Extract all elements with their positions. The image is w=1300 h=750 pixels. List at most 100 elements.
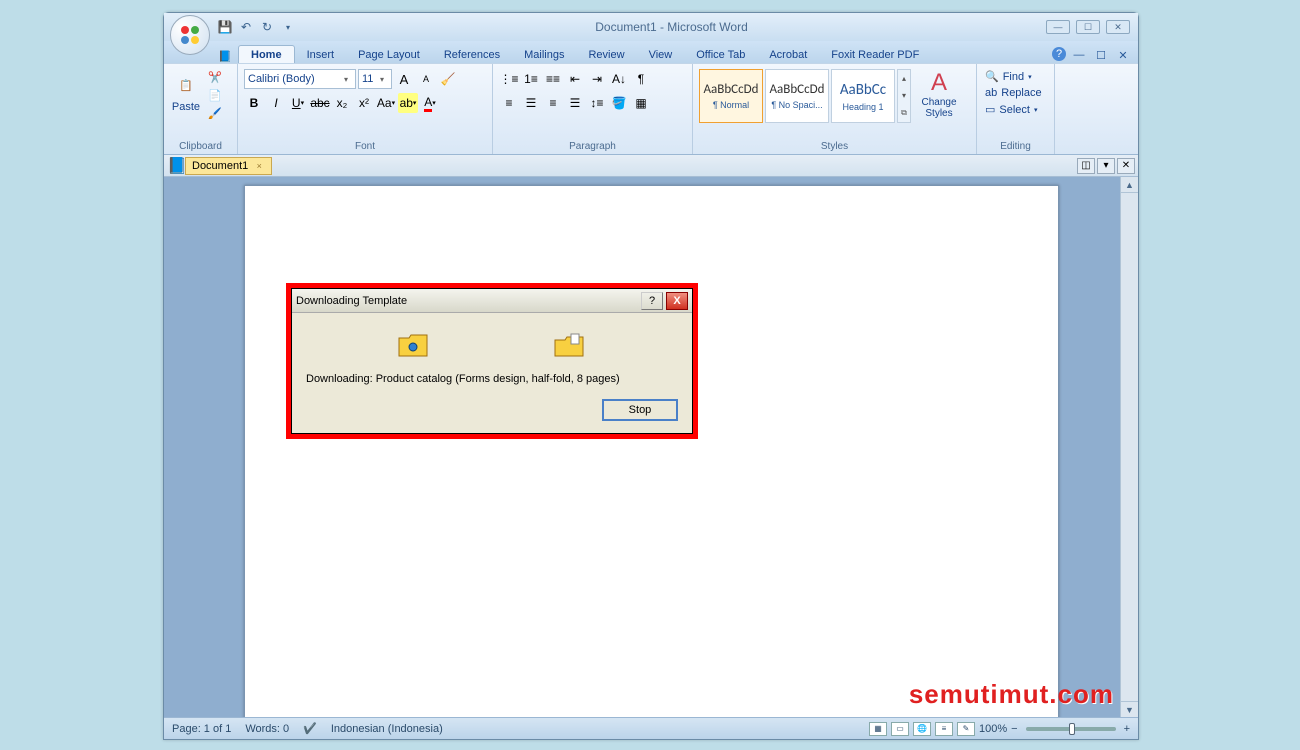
page-status[interactable]: Page: 1 of 1 — [172, 723, 231, 735]
ribbon-tabs: 📘 Home Insert Page Layout References Mai… — [164, 41, 1138, 63]
superscript-button[interactable]: x² — [354, 93, 374, 113]
cut-icon[interactable]: ✂️ — [207, 70, 223, 84]
style-normal[interactable]: AaBbCcDd¶ Normal — [699, 69, 763, 123]
outline-view[interactable]: ≡ — [935, 722, 953, 736]
document-tab-bar: 📘 Document1 × ◫ ▾ ✕ — [164, 155, 1138, 177]
tab-tool-close[interactable]: ✕ — [1117, 158, 1135, 174]
font-color-button[interactable]: A▾ — [420, 93, 440, 113]
show-marks-button[interactable]: ¶ — [631, 69, 651, 89]
strike-button[interactable]: abc — [310, 93, 330, 113]
group-editing: 🔍Find ▾ abReplace ▭Select ▾ Editing — [977, 64, 1055, 154]
zoom-value[interactable]: 100% — [979, 723, 1007, 735]
borders-button[interactable]: ▦ — [631, 93, 651, 113]
close-doc-icon[interactable]: ✕ — [1114, 47, 1132, 63]
select-button[interactable]: ▭Select ▾ — [985, 103, 1046, 116]
align-left-button[interactable]: ≡ — [499, 93, 519, 113]
group-paragraph: ⋮≡ 1≡ ≡≡ ⇤ ⇥ A↓ ¶ ≡ ☰ ≡ ☰ ↕≡ 🪣 ▦ — [493, 64, 693, 154]
full-screen-view[interactable]: ▭ — [891, 722, 909, 736]
tab-insert[interactable]: Insert — [295, 46, 347, 63]
styles-more-button[interactable]: ▴▾⧉ — [897, 69, 911, 123]
change-case-button[interactable]: Aa▾ — [376, 93, 396, 113]
document-page[interactable] — [244, 185, 1059, 717]
tab-page-layout[interactable]: Page Layout — [346, 46, 432, 63]
draft-view[interactable]: ✎ — [957, 722, 975, 736]
style-no-spacing[interactable]: AaBbCcDd¶ No Spaci... — [765, 69, 829, 123]
copy-icon[interactable]: 📄 — [207, 88, 223, 102]
tab-acrobat[interactable]: Acrobat — [757, 46, 819, 63]
minimize-button[interactable]: — — [1046, 20, 1070, 34]
web-layout-view[interactable]: 🌐 — [913, 722, 931, 736]
tab-tool-1[interactable]: ◫ — [1077, 158, 1095, 174]
dialog-titlebar[interactable]: Downloading Template ? X — [292, 289, 692, 313]
zoom-slider[interactable] — [1026, 727, 1116, 731]
tab-mailings[interactable]: Mailings — [512, 46, 576, 63]
group-styles: AaBbCcDd¶ Normal AaBbCcDd¶ No Spaci... A… — [693, 64, 977, 154]
style-heading1[interactable]: AaBbCcHeading 1 — [831, 69, 895, 123]
tab-home[interactable]: Home — [238, 45, 295, 63]
multilevel-button[interactable]: ≡≡ — [543, 69, 563, 89]
restore-ribbon-icon[interactable]: ☐ — [1092, 47, 1110, 63]
tab-office-tab[interactable]: Office Tab — [684, 46, 757, 63]
language-status[interactable]: Indonesian (Indonesia) — [331, 723, 443, 735]
align-right-button[interactable]: ≡ — [543, 93, 563, 113]
undo-icon[interactable]: ↶ — [237, 18, 255, 36]
dialog-help-button[interactable]: ? — [641, 292, 663, 310]
sort-button[interactable]: A↓ — [609, 69, 629, 89]
decrease-indent-button[interactable]: ⇤ — [565, 69, 585, 89]
tab-review[interactable]: Review — [576, 46, 636, 63]
highlight-button[interactable]: ab▾ — [398, 93, 418, 113]
tab-foxit[interactable]: Foxit Reader PDF — [819, 46, 931, 63]
word-count[interactable]: Words: 0 — [245, 723, 289, 735]
vertical-scrollbar[interactable]: ▲ ▼ — [1120, 177, 1138, 717]
justify-button[interactable]: ☰ — [565, 93, 585, 113]
italic-button[interactable]: I — [266, 93, 286, 113]
save-icon[interactable]: 💾 — [216, 18, 234, 36]
tab-view[interactable]: View — [637, 46, 685, 63]
titlebar: 💾 ↶ ↻ ▾ Document1 - Microsoft Word — ☐ ✕ — [164, 13, 1138, 41]
scroll-down-icon[interactable]: ▼ — [1121, 701, 1138, 717]
increase-indent-button[interactable]: ⇥ — [587, 69, 607, 89]
bullets-button[interactable]: ⋮≡ — [499, 69, 519, 89]
find-button[interactable]: 🔍Find ▾ — [985, 70, 1046, 83]
print-layout-view[interactable]: ▦ — [869, 722, 887, 736]
grow-font-icon[interactable]: A — [394, 69, 414, 89]
shrink-font-icon[interactable]: A — [416, 69, 436, 89]
font-size-combo[interactable]: 11▾ — [358, 69, 392, 89]
numbering-button[interactable]: 1≡ — [521, 69, 541, 89]
qat-more-icon[interactable]: ▾ — [279, 18, 297, 36]
dialog-close-button[interactable]: X — [666, 292, 688, 310]
find-icon: 🔍 — [985, 70, 999, 83]
watermark: semutimut.com — [909, 679, 1114, 710]
bold-button[interactable]: B — [244, 93, 264, 113]
ribbon: 📋 Paste ✂️ 📄 🖌️ Clipboard Calibri (Body)… — [164, 63, 1138, 155]
minimize-ribbon-icon[interactable]: — — [1070, 47, 1088, 63]
document-tab[interactable]: Document1 × — [185, 157, 272, 175]
close-tab-icon[interactable]: × — [253, 160, 265, 172]
format-painter-icon[interactable]: 🖌️ — [207, 106, 223, 120]
proofing-icon[interactable]: ✔️ — [303, 722, 317, 735]
workspace: ▲ ▼ — [164, 177, 1138, 717]
paste-button[interactable]: 📋 Paste — [168, 67, 204, 113]
help-icon[interactable]: ? — [1052, 47, 1066, 61]
subscript-button[interactable]: x₂ — [332, 93, 352, 113]
office-button[interactable] — [170, 15, 210, 55]
close-button[interactable]: ✕ — [1106, 20, 1130, 34]
scroll-up-icon[interactable]: ▲ — [1121, 177, 1138, 193]
tab-references[interactable]: References — [432, 46, 512, 63]
change-styles-button[interactable]: AChange Styles — [917, 69, 961, 123]
font-name-combo[interactable]: Calibri (Body)▾ — [244, 69, 356, 89]
shading-button[interactable]: 🪣 — [609, 93, 629, 113]
underline-button[interactable]: U▾ — [288, 93, 308, 113]
tab-tool-2[interactable]: ▾ — [1097, 158, 1115, 174]
replace-icon: ab — [985, 87, 997, 99]
status-bar: Page: 1 of 1 Words: 0 ✔️ Indonesian (Ind… — [164, 717, 1138, 739]
redo-icon[interactable]: ↻ — [258, 18, 276, 36]
stop-button[interactable]: Stop — [602, 399, 678, 421]
zoom-in-button[interactable]: + — [1124, 723, 1130, 735]
replace-button[interactable]: abReplace — [985, 87, 1046, 99]
zoom-out-button[interactable]: − — [1011, 723, 1017, 735]
clear-format-icon[interactable]: 🧹 — [438, 69, 458, 89]
maximize-button[interactable]: ☐ — [1076, 20, 1100, 34]
align-center-button[interactable]: ☰ — [521, 93, 541, 113]
line-spacing-button[interactable]: ↕≡ — [587, 93, 607, 113]
